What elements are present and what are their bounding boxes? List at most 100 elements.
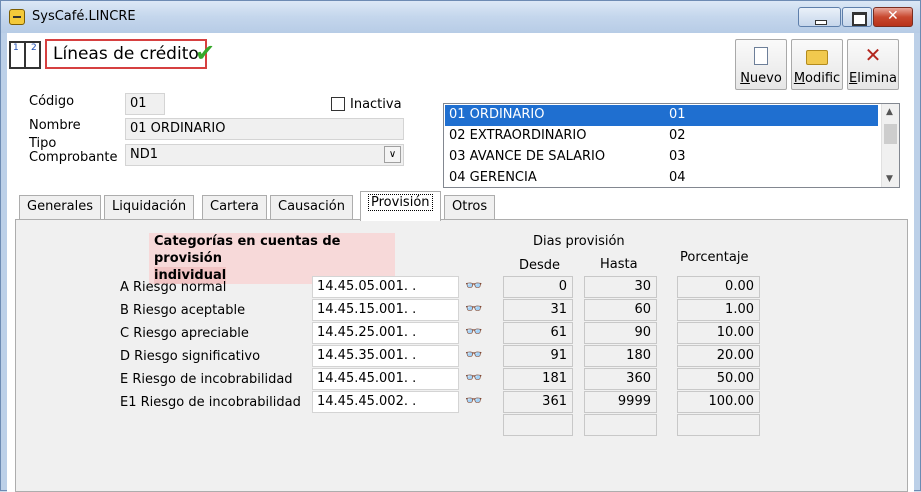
book-icon-number-2: 2 [31, 43, 37, 53]
minimize-button[interactable] [798, 7, 841, 27]
porcentaje-field[interactable]: 0.00 [677, 276, 760, 298]
list-item[interactable]: 03 AVANCE DE SALARIO 03 [445, 147, 878, 168]
porcentaje-field[interactable]: 1.00 [677, 299, 760, 321]
modificar-label: Modific [793, 71, 841, 86]
tipo-comprobante-value: ND1 [130, 147, 159, 162]
hasta-field-empty[interactable] [584, 414, 657, 436]
list-item[interactable]: 04 GERENCIA 04 [445, 168, 878, 187]
desde-field[interactable]: 31 [503, 299, 573, 321]
tab-otros[interactable]: Otros [444, 195, 496, 219]
list-item-name: 01 ORDINARIO [449, 107, 545, 122]
list-item-code: 02 [669, 128, 686, 143]
eliminar-button[interactable]: ✕ Elimina [847, 39, 899, 90]
list-scrollbar[interactable]: ▲ ▼ [881, 104, 899, 187]
hasta-field[interactable]: 9999 [584, 391, 657, 413]
porcentaje-field[interactable]: 10.00 [677, 322, 760, 344]
account-field[interactable]: 14.45.05.001. . [312, 276, 459, 298]
list-item-name: 02 EXTRAORDINARIO [449, 128, 587, 143]
dias-provision-header: Dias provisión [533, 234, 625, 249]
binoculars-search-icon[interactable]: 👓 [465, 370, 485, 388]
binoculars-search-icon[interactable]: 👓 [465, 278, 485, 296]
hasta-field[interactable]: 180 [584, 345, 657, 367]
tab-generales[interactable]: Generales [19, 195, 102, 219]
lineas-listbox[interactable]: 01 ORDINARIO 01 02 EXTRAORDINARIO 02 03 … [443, 103, 900, 188]
nuevo-button[interactable]: Nuevo [735, 39, 787, 90]
desde-field[interactable]: 61 [503, 322, 573, 344]
category-label: A Riesgo normal [120, 280, 227, 295]
tipo-label-line2: Comprobante [29, 150, 118, 165]
eliminar-label: Elimina [849, 71, 897, 86]
desde-field-empty[interactable] [503, 414, 573, 436]
maximize-button[interactable] [842, 7, 872, 27]
tab-provision[interactable]: Provisión [360, 191, 441, 221]
tab-causacion[interactable]: Causación [270, 195, 353, 219]
nombre-label: Nombre [29, 118, 81, 133]
codigo-label: Código [29, 94, 75, 109]
open-folder-icon [806, 50, 828, 65]
form-title: Líneas de crédito [45, 39, 207, 69]
list-item-name: 04 GERENCIA [449, 170, 537, 185]
binoculars-search-icon[interactable]: 👓 [465, 393, 485, 411]
porcentaje-field[interactable]: 50.00 [677, 368, 760, 390]
binoculars-search-icon[interactable]: 👓 [465, 301, 485, 319]
category-label: E Riesgo de incobrabilidad [120, 372, 293, 387]
porcentaje-header: Porcentaje [680, 250, 749, 265]
hasta-field[interactable]: 30 [584, 276, 657, 298]
category-label: E1 Riesgo de incobrabilidad [120, 395, 301, 410]
nombre-field[interactable]: 01 ORDINARIO [125, 118, 404, 140]
desde-field[interactable]: 0 [503, 276, 573, 298]
form-header: 1 2 Líneas de crédito ✔ Nuevo Modific ✕ … [7, 33, 914, 93]
binoculars-search-icon[interactable]: 👓 [465, 347, 485, 365]
tipo-label-line1: Tipo [29, 136, 57, 151]
account-field[interactable]: 14.45.45.002. . [312, 391, 459, 413]
list-item-name: 03 AVANCE DE SALARIO [449, 149, 606, 164]
inactiva-label: Inactiva [350, 97, 402, 112]
list-item[interactable]: 02 EXTRAORDINARIO 02 [445, 126, 878, 147]
scroll-thumb[interactable] [884, 124, 897, 144]
client-area: 1 2 Líneas de crédito ✔ Nuevo Modific ✕ … [7, 33, 914, 492]
category-label: B Riesgo aceptable [120, 303, 246, 318]
checkmark-icon: ✔ [195, 39, 216, 67]
porcentaje-field[interactable]: 100.00 [677, 391, 760, 413]
tipo-comprobante-select[interactable]: ND1 ∨ [125, 144, 404, 166]
hasta-field[interactable]: 360 [584, 368, 657, 390]
list-item-code: 03 [669, 149, 686, 164]
modificar-button[interactable]: Modific [791, 39, 843, 90]
account-field[interactable]: 14.45.35.001. . [312, 345, 459, 367]
scroll-down-icon[interactable]: ▼ [886, 174, 893, 184]
window-title: SysCafé.LINCRE [32, 9, 136, 24]
close-button[interactable] [873, 7, 913, 27]
desde-field[interactable]: 91 [503, 345, 573, 367]
provision-panel: Categorías en cuentas de provisión indiv… [15, 219, 908, 492]
account-field[interactable]: 14.45.25.001. . [312, 322, 459, 344]
codigo-field[interactable]: 01 [125, 93, 165, 115]
porcentaje-field-empty[interactable] [677, 414, 760, 436]
main-window: SysCafé.LINCRE 1 2 Líneas de crédito ✔ N… [0, 0, 921, 492]
new-document-icon [754, 47, 768, 65]
tab-liquidacion[interactable]: Liquidación [104, 195, 195, 219]
list-item[interactable]: 01 ORDINARIO 01 [445, 105, 878, 126]
desde-field[interactable]: 181 [503, 368, 573, 390]
tab-cartera[interactable]: Cartera [202, 195, 267, 219]
porcentaje-field[interactable]: 20.00 [677, 345, 760, 367]
categories-title-line1: Categorías en cuentas de provisión [154, 234, 341, 266]
desde-field[interactable]: 361 [503, 391, 573, 413]
account-field[interactable]: 14.45.45.001. . [312, 368, 459, 390]
chevron-down-icon[interactable]: ∨ [384, 146, 401, 163]
hasta-field[interactable]: 60 [584, 299, 657, 321]
tab-provision-label: Provisión [368, 194, 433, 211]
app-icon [9, 9, 25, 25]
account-field[interactable]: 14.45.15.001. . [312, 299, 459, 321]
list-item-code: 01 [669, 107, 686, 122]
binoculars-search-icon[interactable]: 👓 [465, 324, 485, 342]
inactiva-checkbox[interactable] [331, 97, 345, 111]
hasta-header: Hasta [600, 257, 638, 272]
scroll-up-icon[interactable]: ▲ [886, 107, 893, 117]
delete-x-icon: ✕ [864, 43, 882, 67]
title-bar[interactable]: SysCafé.LINCRE [1, 1, 920, 33]
list-item-code: 04 [669, 170, 686, 185]
book-icon: 1 2 [9, 41, 41, 69]
desde-header: Desde [519, 258, 561, 273]
category-label: D Riesgo significativo [120, 349, 261, 364]
hasta-field[interactable]: 90 [584, 322, 657, 344]
